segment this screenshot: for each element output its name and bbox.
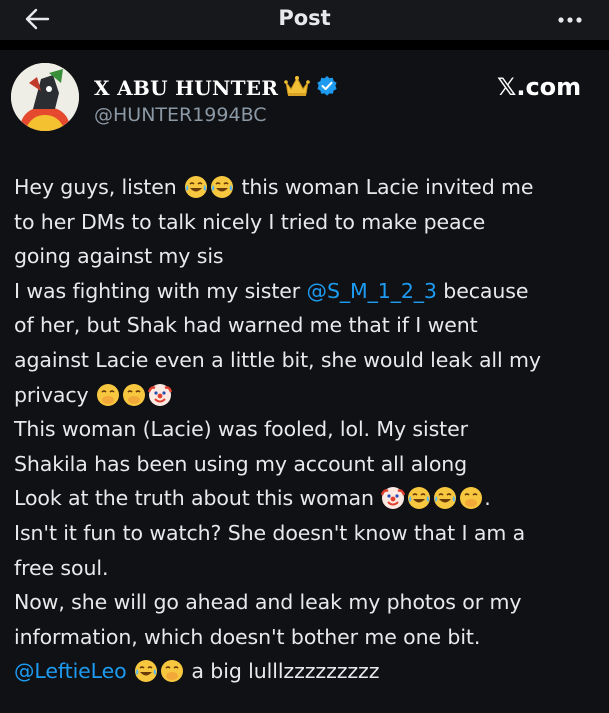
tweet-line: to her DMs to talk nicely I tried to mak…	[14, 209, 486, 234]
tweet-line: This woman (Lacie) was fooled, lol. My s…	[14, 417, 468, 442]
hand-over-mouth-emoji-icon	[460, 487, 483, 510]
author-handle[interactable]: @HUNTER1994BC	[94, 104, 267, 126]
tweet-segment: I was fighting with my sister	[14, 278, 307, 303]
hand-over-mouth-emoji-icon	[122, 383, 145, 406]
laughing-tears-emoji-icon	[211, 176, 234, 198]
tweet-segment: Look at the truth about this woman	[14, 486, 381, 511]
tweet-segment: Hey guys, listen	[14, 175, 184, 199]
tweet-segment: because	[436, 278, 529, 303]
tweet-line: of her, but Shak had warned me that if I…	[14, 313, 478, 338]
tweet-segment: privacy	[14, 382, 95, 407]
more-dots-icon[interactable]	[555, 10, 585, 30]
laughing-tears-emoji-icon	[408, 487, 431, 510]
tweet-line: Look at the truth about this woman .	[14, 481, 602, 516]
crown-icon	[284, 75, 311, 101]
clown-face-emoji-icon	[147, 383, 172, 406]
tweet-line: free soul.	[14, 555, 109, 580]
hand-over-mouth-emoji-icon	[161, 660, 184, 683]
tweet-segment: .	[484, 486, 491, 511]
tweet-segment: this woman Lacie invited me	[235, 175, 534, 199]
tweet-text: Hey guys, listen this woman Lacie invite…	[14, 170, 602, 689]
verified-badge-icon	[316, 75, 338, 101]
xcom-watermark: 𝕏.com	[497, 73, 582, 101]
tweet-line: I was fighting with my sister @S_M_1_2_3…	[14, 274, 602, 309]
tweet-line: Shakila has been using my account all al…	[14, 451, 468, 476]
page-title: Post	[278, 6, 331, 30]
tweet-line: going against my sis	[14, 244, 224, 269]
laughing-tears-emoji-icon	[135, 660, 158, 683]
author-name[interactable]: X ABU HUNTER	[94, 76, 278, 100]
top-bar: Post	[0, 0, 609, 40]
hand-over-mouth-emoji-icon	[96, 383, 119, 406]
tweet-line: Now, she will go ahead and leak my photo…	[14, 590, 522, 615]
tweet-line: Isn't it fun to watch? She doesn't know …	[14, 520, 526, 545]
avatar[interactable]	[11, 63, 79, 131]
tweet-line: information, which doesn't bother me one…	[14, 624, 481, 649]
tweet-line: @LeftieLeo a big lulllzzzzzzzzz	[14, 654, 602, 689]
laughing-tears-emoji-icon	[185, 176, 208, 198]
mention-link[interactable]: @LeftieLeo	[14, 659, 127, 683]
tweet-line: Hey guys, listen this woman Lacie invite…	[14, 170, 602, 205]
tweet-line: privacy	[14, 378, 602, 413]
tweet-segment: a big lulllzzzzzzzzz	[185, 659, 380, 684]
mention-link[interactable]: @S_M_1_2_3	[307, 279, 437, 303]
laughing-tears-emoji-icon	[434, 487, 457, 510]
tweet-line: against Lacie even a little bit, she wou…	[14, 347, 541, 372]
clown-face-emoji-icon	[381, 487, 406, 510]
author-name-row: X ABU HUNTER	[94, 73, 338, 103]
